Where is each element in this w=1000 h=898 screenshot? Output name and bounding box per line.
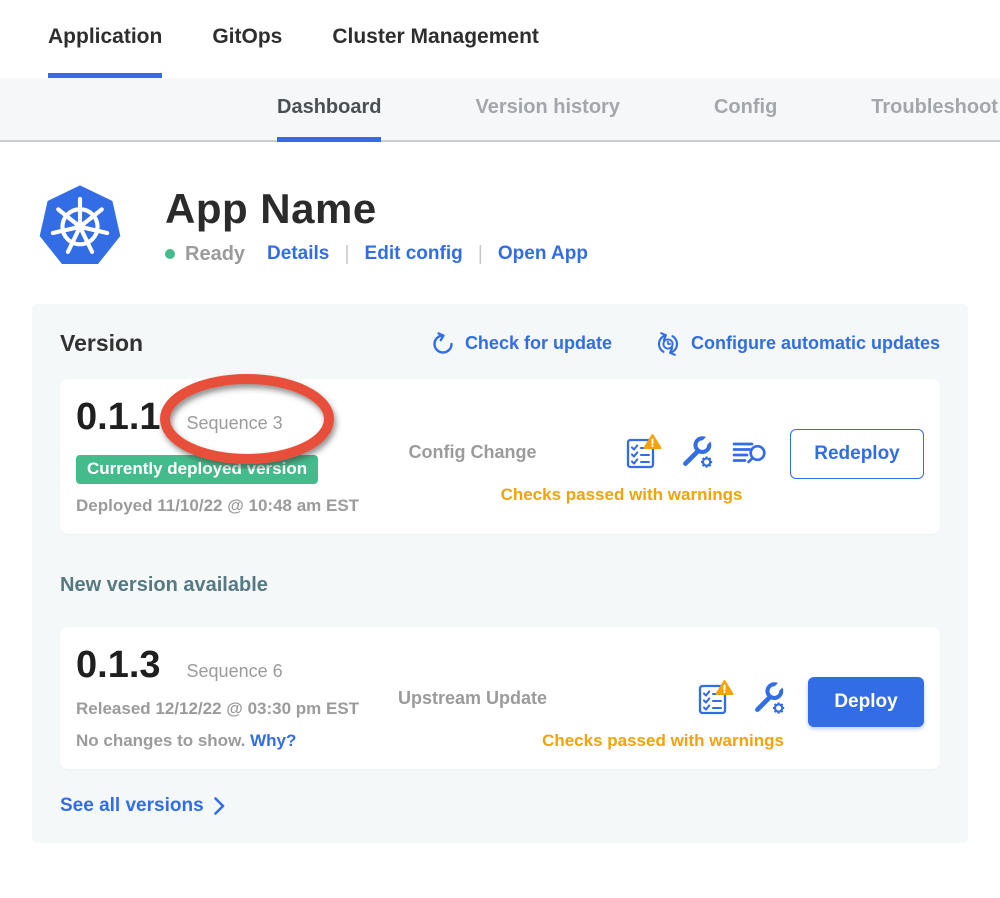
divider: | (478, 243, 483, 266)
secondary-nav: Dashboard Version history Config Trouble… (0, 78, 1000, 142)
new-version-action: Deploy (808, 677, 924, 727)
new-version-heading: New version available (60, 574, 940, 597)
currently-deployed-badge: Currently deployed version (76, 455, 318, 484)
preflight-checks-status[interactable]: Checks passed with warnings (380, 731, 786, 751)
tab-version-history[interactable]: Version history (475, 78, 620, 142)
version-action-icons (624, 433, 768, 471)
current-version-info: 0.1.1 Sequence 3 Currently (76, 395, 372, 516)
deploy-button[interactable]: Deploy (808, 677, 924, 727)
why-link[interactable]: Why? (250, 731, 296, 750)
edit-config-link[interactable]: Edit config (365, 243, 463, 265)
tab-config[interactable]: Config (714, 78, 777, 142)
view-files-search-icon[interactable] (730, 436, 768, 468)
current-version-line: 0.1.1 Sequence 3 (76, 395, 372, 439)
config-wrench-gear-icon[interactable] (750, 680, 786, 716)
redeploy-button[interactable]: Redeploy (790, 429, 924, 479)
version-section: Version Check for update (32, 304, 968, 843)
details-link[interactable]: Details (267, 243, 329, 265)
page-title: App Name (165, 185, 588, 233)
preflight-checks-status[interactable]: Checks passed with warnings (380, 485, 768, 505)
new-version-action-icons (696, 679, 786, 717)
configure-automatic-updates-button[interactable]: Configure automatic updates (654, 331, 940, 357)
version-source-label: Config Change (380, 442, 565, 463)
open-app-link[interactable]: Open App (498, 243, 588, 265)
version-actions: Check for update Configure automat (430, 331, 940, 357)
new-sequence-label: Sequence 6 (187, 661, 283, 682)
status-text: Ready (185, 243, 245, 266)
preflight-checklist-warning-icon[interactable] (624, 433, 662, 471)
primary-nav: Application GitOps Cluster Management (0, 0, 1000, 78)
new-version-middle: Upstream Update (380, 643, 786, 751)
current-version-action: Redeploy (790, 429, 924, 479)
check-for-update-button[interactable]: Check for update (430, 331, 612, 357)
preflight-checklist-warning-icon[interactable] (696, 679, 734, 717)
chevron-right-icon (214, 797, 225, 815)
config-wrench-gear-icon[interactable] (678, 434, 714, 470)
nav-tab-gitops[interactable]: GitOps (212, 0, 282, 78)
tab-troubleshoot[interactable]: Troubleshoot (871, 78, 998, 142)
new-version-info: 0.1.3 Sequence 6 Released 12/12/22 @ 03:… (76, 643, 372, 751)
check-for-update-label: Check for update (465, 333, 612, 354)
deployed-timestamp: Deployed 11/10/22 @ 10:48 am EST (76, 496, 372, 516)
new-version-number: 0.1.3 (76, 643, 161, 687)
current-version-card: 0.1.1 Sequence 3 Currently (60, 379, 940, 534)
no-changes-line: No changes to show. Why? (76, 731, 372, 751)
released-timestamp: Released 12/12/22 @ 03:30 pm EST (76, 699, 372, 719)
configure-automatic-updates-label: Configure automatic updates (691, 333, 940, 354)
tab-dashboard[interactable]: Dashboard (277, 78, 381, 142)
section-title: Version (60, 330, 143, 357)
current-version-number: 0.1.1 (76, 395, 161, 439)
new-version-source-label: Upstream Update (380, 688, 565, 709)
current-sequence-label: Sequence 3 (187, 413, 283, 434)
status-row: Ready Details | Edit config | Open App (165, 243, 588, 266)
kubernetes-logo-icon (35, 178, 125, 272)
divider: | (344, 243, 349, 266)
app-header-text: App Name Ready Details | Edit config | O… (165, 185, 588, 266)
no-changes-text: No changes to show. (76, 731, 245, 750)
new-version-card: 0.1.3 Sequence 6 Released 12/12/22 @ 03:… (60, 627, 940, 769)
auto-update-clock-icon (654, 331, 682, 357)
app-dashboard-page: Application GitOps Cluster Management Da… (0, 0, 1000, 898)
current-version-middle: Config Change (380, 395, 768, 505)
new-version-line: 0.1.3 Sequence 6 (76, 643, 372, 687)
nav-tab-application[interactable]: Application (48, 0, 162, 78)
nav-tab-cluster-management[interactable]: Cluster Management (332, 0, 539, 78)
refresh-icon (430, 331, 456, 357)
see-all-versions-label: See all versions (60, 795, 204, 817)
see-all-versions-link[interactable]: See all versions (60, 795, 940, 817)
version-section-header: Version Check for update (60, 330, 940, 357)
app-header: App Name Ready Details | Edit config | O… (35, 178, 1000, 272)
status-dot (165, 249, 175, 259)
